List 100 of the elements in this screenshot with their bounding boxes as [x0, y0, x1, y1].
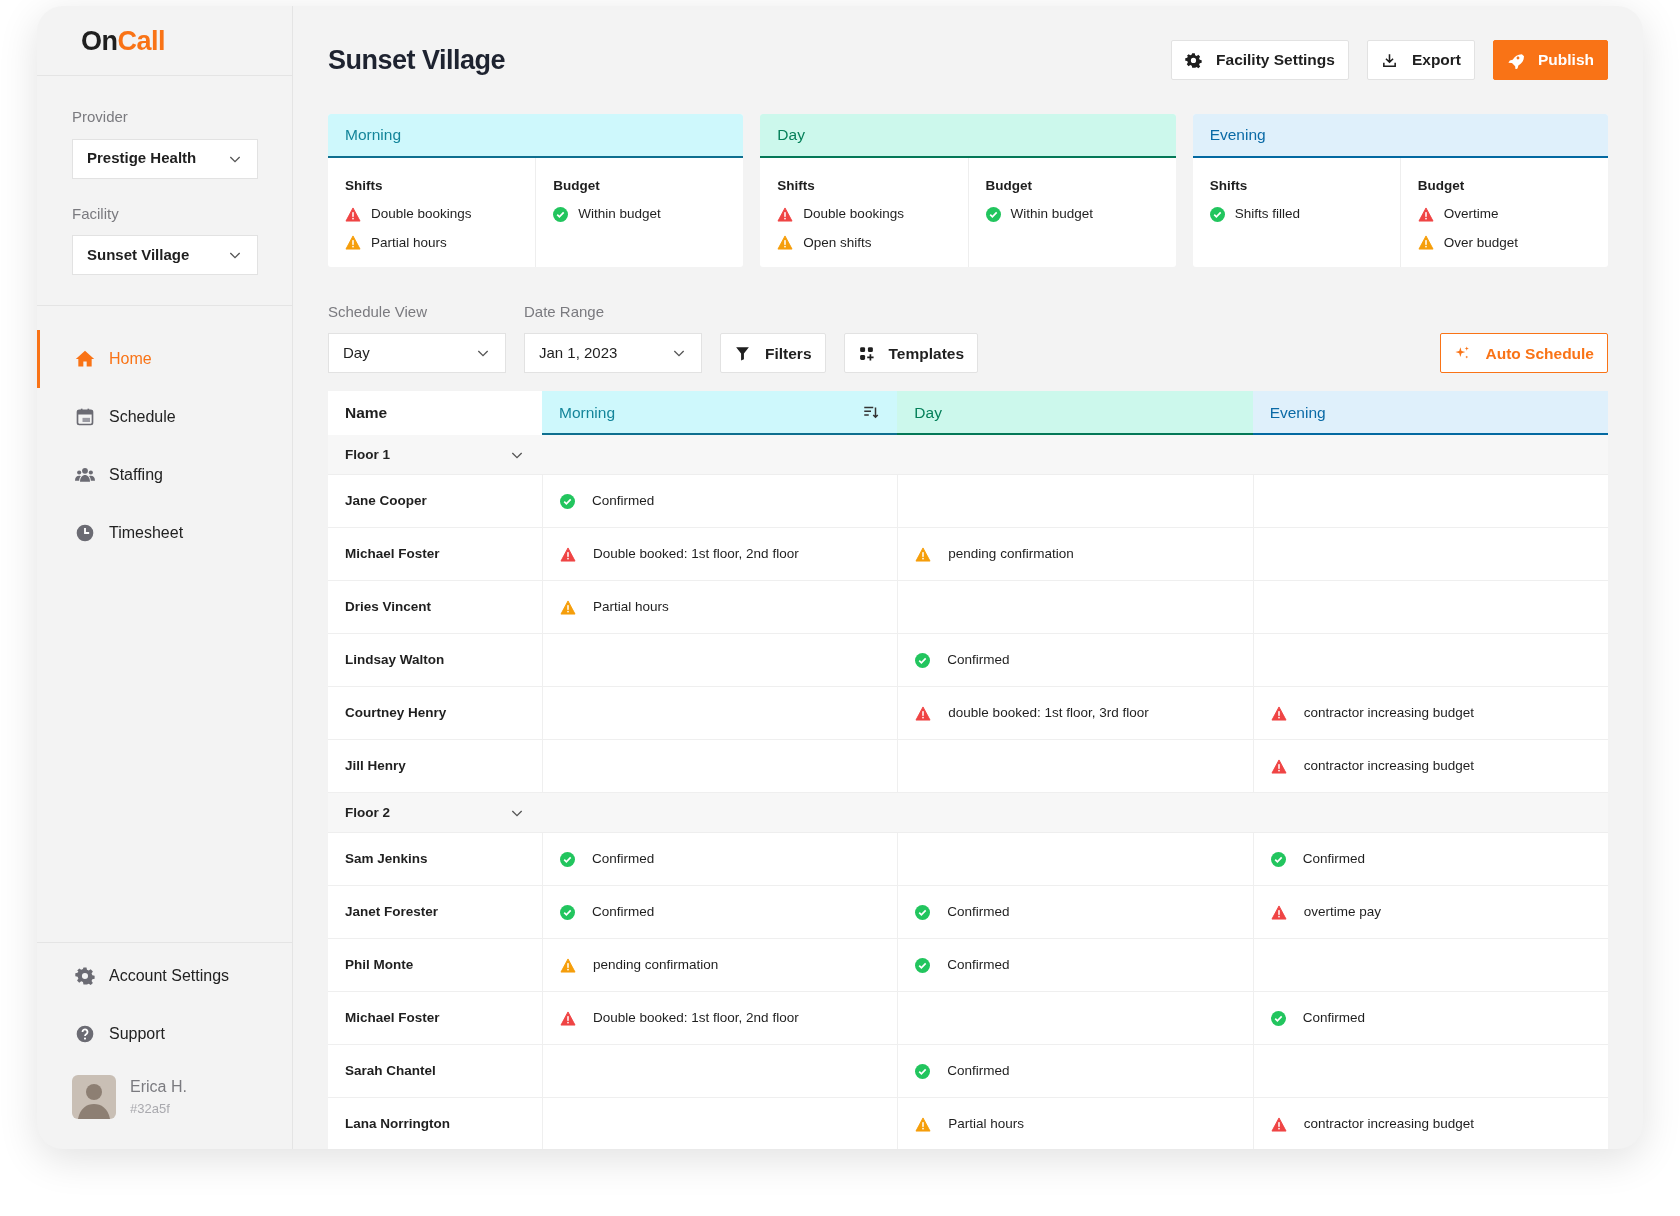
calendar-icon — [75, 407, 95, 427]
nav-item[interactable]: Staffing — [37, 446, 292, 504]
table-cell-text: overtime pay — [1303, 903, 1381, 922]
table-cell-text: Confirmed — [947, 903, 1010, 922]
home-icon — [75, 349, 95, 369]
check-circle-icon — [915, 957, 931, 973]
provider-dropdown[interactable]: Prestige Health — [72, 138, 258, 179]
check-circle-icon — [915, 904, 931, 920]
group-toggle[interactable]: Floor 1 — [328, 435, 542, 476]
table-cell: Courtney Henry — [328, 687, 542, 741]
status-text: Within budget — [1010, 205, 1094, 224]
card-header: Day — [760, 114, 1176, 158]
check-circle-icon — [553, 206, 569, 222]
table-cell: Jane Cooper — [328, 475, 542, 529]
card-header: Morning — [328, 114, 744, 158]
table-cell: Lana Norrington — [328, 1098, 542, 1149]
group-toggle[interactable]: Floor 2 — [328, 793, 542, 834]
table-cell-text: Confirmed — [1302, 850, 1365, 869]
status-text: Overtime — [1443, 205, 1499, 224]
check-circle-icon — [560, 851, 575, 867]
settings-icon — [1185, 51, 1203, 69]
nav-item[interactable]: Account Settings — [37, 947, 292, 1005]
table-cell-text: Confirmed — [592, 850, 655, 869]
toolbar-button[interactable]: Templates — [843, 333, 979, 374]
field-label: Schedule View — [328, 301, 428, 322]
warning-icon — [1417, 206, 1434, 222]
user-name: Erica H. — [130, 1077, 187, 1098]
section-label: Budget — [985, 177, 1033, 195]
section-label: Budget — [1417, 177, 1466, 195]
nav-item[interactable]: Support — [37, 1005, 292, 1063]
check-circle-icon — [1270, 1010, 1286, 1026]
status-text: Double bookings — [803, 205, 904, 224]
toolbar-button[interactable]: Filters — [720, 333, 826, 374]
table-cell-text: Confirmed — [1302, 1009, 1365, 1028]
table-cell-text: Confirmed — [592, 903, 655, 922]
clock-icon — [75, 523, 95, 543]
warning-icon — [560, 599, 576, 615]
table-cell: Phil Monte — [328, 939, 542, 993]
section-label: Shifts — [777, 177, 816, 195]
check-circle-icon — [1209, 206, 1225, 222]
warning-icon — [1270, 904, 1287, 920]
warning-icon — [1417, 235, 1434, 251]
section-label: Budget — [553, 177, 601, 195]
status-text: Open shifts — [803, 233, 872, 252]
view-dropdown[interactable]: Day — [328, 333, 506, 374]
action-button[interactable]: Export — [1366, 40, 1475, 80]
table-cell-text: contractor increasing budget — [1303, 704, 1474, 723]
table-cell-text: double booked: 1st floor, 3rd floor — [948, 704, 1149, 723]
table-cell-text: pending confirmation — [593, 956, 719, 975]
download-icon — [1380, 51, 1398, 69]
check-circle-icon — [560, 904, 575, 920]
settings-icon — [75, 966, 95, 986]
check-circle-icon — [985, 206, 1001, 222]
user-id: #32a5f — [130, 1100, 171, 1119]
field-label: Date Range — [524, 301, 606, 322]
logo: OnCall — [81, 28, 167, 55]
warning-icon — [560, 546, 576, 562]
table-cell: Michael Foster — [328, 528, 542, 582]
warning-icon — [1270, 1116, 1287, 1132]
column-header: Evening — [1252, 391, 1608, 436]
table-cell-text: Confirmed — [947, 956, 1010, 975]
field-label: Provider — [72, 107, 129, 127]
table-cell-text: Partial hours — [593, 598, 669, 617]
table-cell: Dries Vincent — [328, 581, 542, 635]
check-circle-icon — [915, 652, 931, 668]
status-text: Double bookings — [371, 205, 472, 224]
column-header: Day — [897, 391, 1253, 436]
table-cell-text: Confirmed — [947, 1062, 1010, 1081]
warning-icon — [915, 1116, 932, 1132]
warning-icon — [1270, 758, 1287, 774]
table-cell-text: Double booked: 1st floor, 2nd floor — [593, 1009, 799, 1028]
table-cell-text: Double booked: 1st floor, 2nd floor — [593, 545, 799, 564]
date-range-dropdown[interactable]: Jan 1, 2023 — [524, 333, 702, 374]
status-text: Over budget — [1443, 233, 1519, 252]
rocket-icon — [1507, 51, 1524, 69]
warning-icon — [560, 1010, 576, 1026]
page-title: Sunset Village — [328, 43, 506, 77]
table-cell-text: Partial hours — [948, 1115, 1025, 1134]
table-cell-text: Confirmed — [947, 651, 1010, 670]
table-cell: Sarah Chantel — [328, 1045, 542, 1099]
warning-icon — [345, 235, 361, 251]
warning-icon — [1270, 705, 1287, 721]
section-label: Shifts — [1209, 177, 1249, 195]
table-cell-text: contractor increasing budget — [1303, 757, 1474, 776]
table-cell: Sam Jenkins — [328, 833, 542, 887]
nav-item[interactable]: Timesheet — [37, 504, 292, 562]
help-icon — [75, 1024, 95, 1044]
column-header: Morning — [542, 391, 898, 436]
table-cell: Lindsay Walton — [328, 634, 542, 688]
check-circle-icon — [560, 493, 575, 509]
field-label: Facility — [72, 203, 120, 224]
table-cell: Michael Foster — [328, 992, 542, 1046]
status-text: Partial hours — [371, 233, 447, 252]
warning-icon — [560, 957, 576, 973]
people-icon — [75, 465, 95, 485]
action-button[interactable]: Facility Settings — [1171, 40, 1349, 80]
table-cell-text: Confirmed — [592, 492, 655, 511]
facility-dropdown[interactable]: Sunset Village — [72, 235, 258, 275]
check-circle-icon — [915, 1063, 931, 1079]
nav-item[interactable]: Schedule — [37, 388, 292, 446]
